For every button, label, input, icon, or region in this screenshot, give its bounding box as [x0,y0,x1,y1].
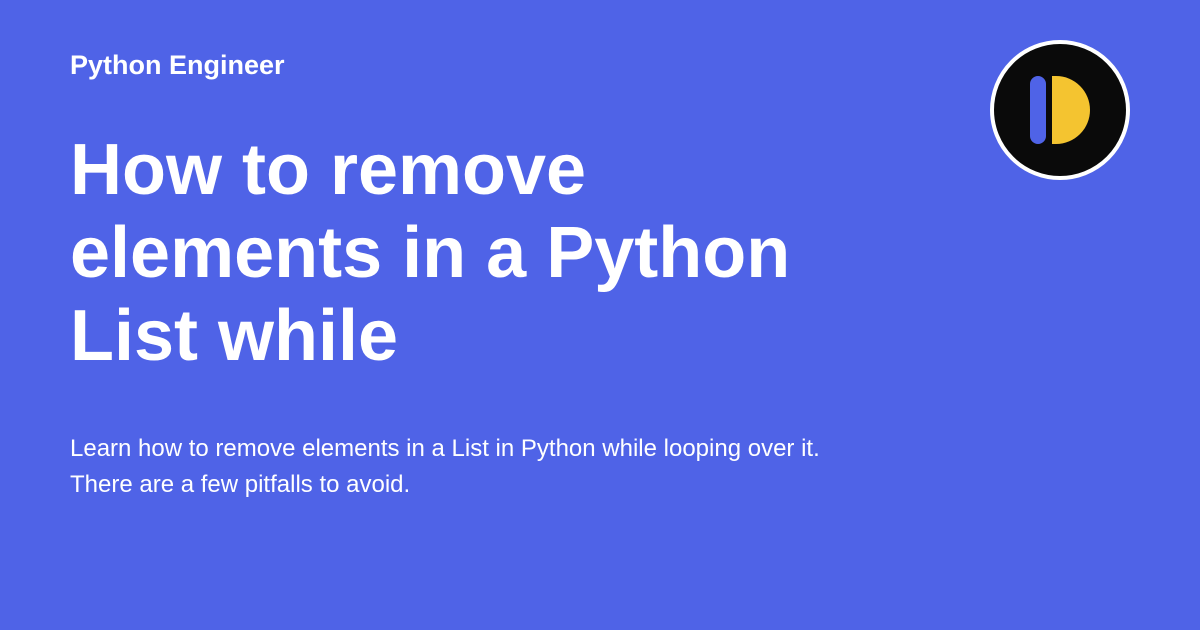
page-title: How to remove elements in a Python List … [70,129,820,377]
site-name: Python Engineer [70,50,1130,81]
logo-d-shape [1052,76,1090,144]
page-description: Learn how to remove elements in a List i… [70,431,870,503]
logo-bar-shape [1030,76,1046,144]
logo-icon [1030,76,1090,144]
site-logo [990,40,1130,180]
